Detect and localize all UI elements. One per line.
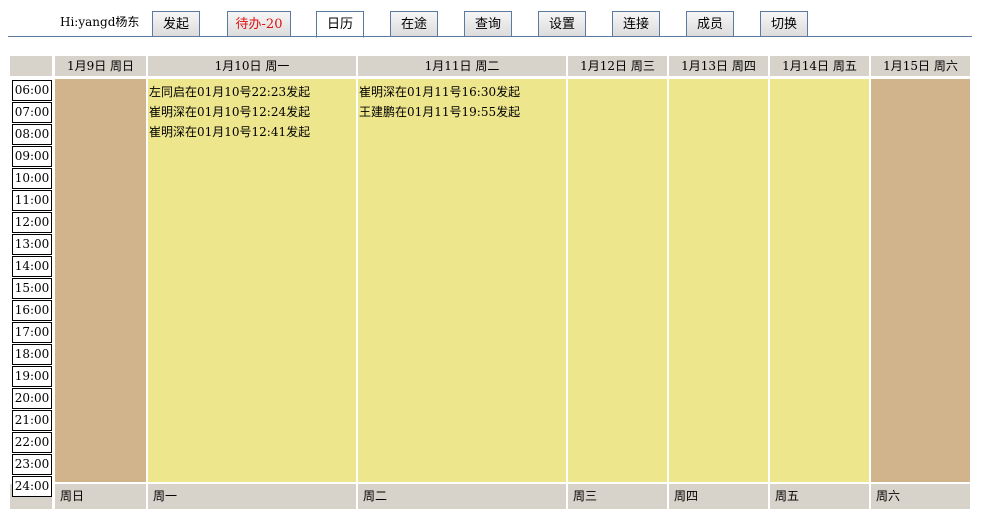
time-slot: 09:00 (12, 146, 52, 167)
day-header-sun: 1月9日 周日 (55, 56, 146, 76)
day-header-tue: 1月11日 周二 (358, 56, 566, 76)
day-footer-mon: 周一 (148, 484, 356, 509)
tab-bar-divider (8, 36, 972, 37)
tab-settings[interactable]: 设置 (538, 11, 586, 36)
day-footer-thu: 周四 (669, 484, 768, 509)
day-header-wed: 1月12日 周三 (568, 56, 667, 76)
day-footer-wed: 周三 (568, 484, 667, 509)
day-header-fri: 1月14日 周五 (770, 56, 869, 76)
day-footer-tue: 周二 (358, 484, 566, 509)
time-slot: 22:00 (12, 432, 52, 453)
top-nav: Hi:yangd杨东 发起 待办-20 日历 在途 查询 设置 连接 成员 切换 (0, 0, 987, 40)
day-header-sat: 1月15日 周六 (871, 56, 970, 76)
tab-members[interactable]: 成员 (686, 11, 734, 36)
time-column: 06:00 07:00 08:00 09:00 10:00 11:00 12:0… (12, 80, 52, 498)
time-slot: 06:00 (12, 80, 52, 101)
tab-calendar[interactable]: 日历 (316, 11, 364, 38)
time-slot: 07:00 (12, 102, 52, 123)
calendar-event[interactable]: 左同启在01月10号22:23发起 (149, 82, 310, 102)
time-slot: 20:00 (12, 388, 52, 409)
tab-initiate[interactable]: 发起 (152, 11, 200, 36)
day-column-sun[interactable] (55, 79, 146, 482)
calendar-event[interactable]: 崔明深在01月10号12:41发起 (149, 122, 310, 142)
day-column-tue[interactable] (358, 79, 566, 482)
day-column-thu[interactable] (669, 79, 768, 482)
day-header-thu: 1月13日 周四 (669, 56, 768, 76)
calendar-event[interactable]: 崔明深在01月11号16:30发起 (359, 82, 520, 102)
tab-connect[interactable]: 连接 (612, 11, 660, 36)
time-slot: 15:00 (12, 278, 52, 299)
day-column-sat[interactable] (871, 79, 970, 482)
day-footer-sun: 周日 (55, 484, 146, 509)
day-header-mon: 1月10日 周一 (148, 56, 356, 76)
time-slot: 13:00 (12, 234, 52, 255)
time-slot: 16:00 (12, 300, 52, 321)
time-slot: 18:00 (12, 344, 52, 365)
event-list-tue: 崔明深在01月11号16:30发起 王建鹏在01月11号19:55发起 (359, 82, 520, 122)
time-slot: 21:00 (12, 410, 52, 431)
tab-todo[interactable]: 待办-20 (227, 11, 291, 36)
day-column-fri[interactable] (770, 79, 869, 482)
time-slot: 24:00 (12, 476, 52, 497)
tab-in-progress[interactable]: 在途 (390, 11, 438, 36)
day-column-wed[interactable] (568, 79, 667, 482)
time-column-header (10, 56, 52, 76)
time-slot: 11:00 (12, 190, 52, 211)
calendar-event[interactable]: 王建鹏在01月11号19:55发起 (359, 102, 520, 122)
time-slot: 17:00 (12, 322, 52, 343)
tab-switch[interactable]: 切换 (760, 11, 808, 36)
user-greeting: Hi:yangd杨东 (60, 15, 140, 29)
time-slot: 14:00 (12, 256, 52, 277)
time-slot: 19:00 (12, 366, 52, 387)
time-slot: 08:00 (12, 124, 52, 145)
day-footer-fri: 周五 (770, 484, 869, 509)
day-footer-sat: 周六 (871, 484, 970, 509)
tab-query[interactable]: 查询 (464, 11, 512, 36)
event-list-mon: 左同启在01月10号22:23发起 崔明深在01月10号12:24发起 崔明深在… (149, 82, 310, 142)
time-slot: 10:00 (12, 168, 52, 189)
time-slot: 12:00 (12, 212, 52, 233)
calendar-event[interactable]: 崔明深在01月10号12:24发起 (149, 102, 310, 122)
time-slot: 23:00 (12, 454, 52, 475)
